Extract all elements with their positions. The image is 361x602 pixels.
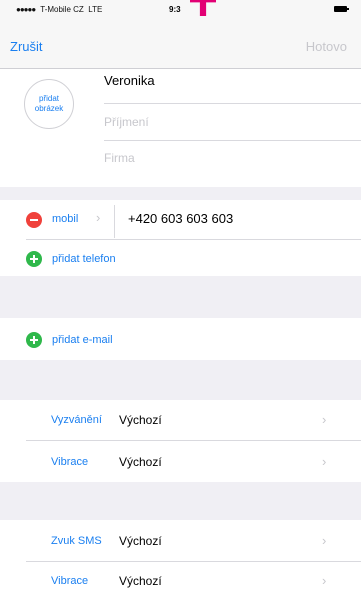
divider [104, 140, 361, 141]
sms-tone-value: Výchozí [119, 534, 162, 548]
company-field[interactable]: Firma [104, 151, 135, 165]
network-type: LTE [88, 5, 103, 14]
carrier-name: T-Mobile CZ [40, 5, 84, 14]
add-phone-button[interactable]: přidat telefon [52, 253, 116, 265]
vibration-label: Vibrace [51, 456, 89, 468]
battery-icon [334, 6, 349, 12]
add-photo-button[interactable]: přidat obrázek [24, 79, 74, 129]
status-bar: ●●●●● T-Mobile CZ LTE 9:3 [0, 0, 361, 22]
add-photo-label-line2: obrázek [34, 104, 64, 113]
cancel-button[interactable]: Zrušit [10, 39, 43, 54]
chevron-right-icon: › [322, 573, 327, 588]
ringtone-group [0, 400, 361, 482]
add-email-icon[interactable] [26, 332, 42, 348]
phone-label[interactable]: mobil [52, 213, 78, 225]
remove-phone-icon[interactable] [26, 212, 42, 228]
chevron-right-icon: › [96, 210, 101, 225]
chevron-right-icon: › [322, 533, 327, 548]
vibration-value: Výchozí [119, 455, 162, 469]
done-button[interactable]: Hotovo [306, 39, 347, 54]
divider [26, 239, 361, 240]
chevron-right-icon: › [322, 454, 327, 469]
add-email-button[interactable]: přidat e-mail [52, 334, 113, 346]
divider [26, 561, 361, 562]
sms-vibration-value: Výchozí [119, 574, 162, 588]
divider [114, 205, 115, 238]
divider [26, 440, 361, 441]
chevron-right-icon: › [322, 412, 327, 427]
add-phone-icon[interactable] [26, 251, 42, 267]
navigation-bar: Zrušit Hotovo [0, 22, 361, 69]
clock: 9:3 [169, 5, 181, 14]
last-name-field[interactable]: Příjmení [104, 115, 149, 129]
signal-dots-icon: ●●●●● [16, 5, 36, 14]
ringtone-value: Výchozí [119, 413, 162, 427]
first-name-field[interactable]: Veronika [104, 73, 155, 88]
phone-number-field[interactable]: +420 603 603 603 [128, 211, 233, 226]
ringtone-label: Vyzvánění [51, 414, 102, 426]
carrier-info: ●●●●● T-Mobile CZ LTE [16, 5, 102, 14]
carrier-logo-icon [190, 0, 216, 16]
sms-vibration-label: Vibrace [51, 575, 89, 587]
divider [104, 103, 361, 104]
add-photo-label-line1: přidat [38, 94, 59, 103]
sms-tone-label: Zvuk SMS [51, 535, 102, 547]
